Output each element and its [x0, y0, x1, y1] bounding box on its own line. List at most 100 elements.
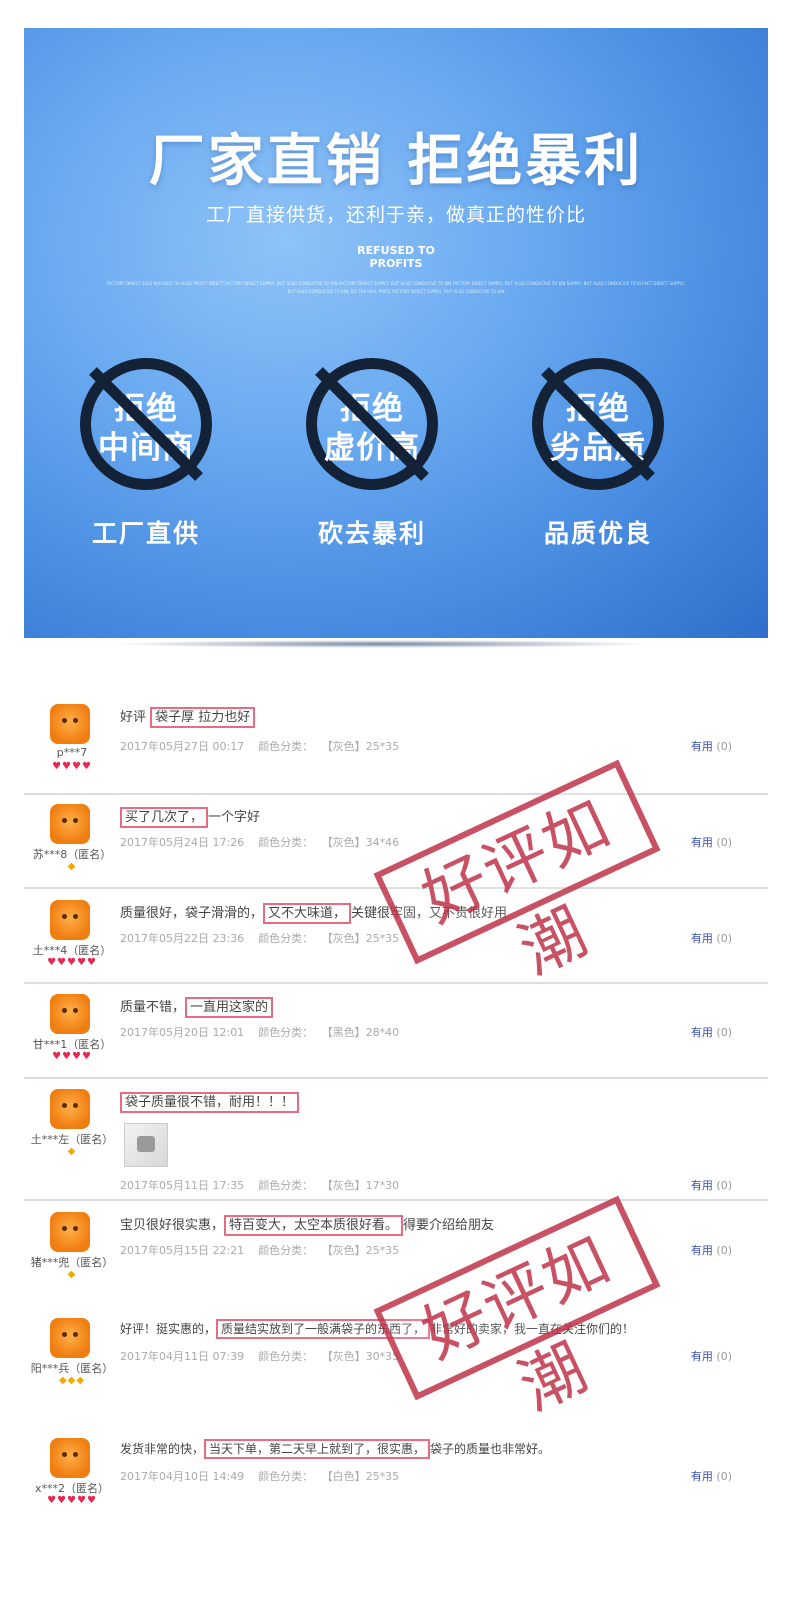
color-prefix: 颜色分类：: [258, 1350, 314, 1363]
highlight-box: 又不大味道，: [263, 903, 352, 924]
review-text: 宝贝很好很实惠， 特百变大，太空本质很好看。 得要介绍给朋友: [120, 1214, 494, 1236]
refused-to-profits-badge: REFUSED TO PROFITS: [24, 244, 768, 270]
review-username: 土***4（匿名）: [32, 944, 112, 957]
review-item: p***7 ♥♥♥♥ 好评 袋子厚 拉力也好 2017年05月27日 00:17…: [24, 700, 768, 792]
review-item: 土***左（匿名） ◆ 袋子质量很不错，耐用！！！ 2017年05月11日 17…: [24, 1085, 768, 1197]
review-date: 2017年04月11日 07:39: [120, 1350, 245, 1363]
highlight-box: 一直用这家的: [185, 997, 274, 1018]
color-value: 【黑色】28*40: [327, 1026, 400, 1039]
review-username: 猪***兜（匿名）: [30, 1256, 114, 1269]
color-prefix: 颜色分类：: [258, 1244, 314, 1257]
review-meta: 2017年05月20日 12:01 颜色分类： 【黑色】28*40: [120, 1024, 413, 1040]
feature-no-middleman: 拒绝 中间商 工厂直供: [56, 358, 236, 548]
color-value: 【灰色】25*35: [327, 932, 400, 945]
highlight-box: 袋子质量很不错，耐用！！！: [120, 1092, 300, 1113]
badge-line-2: PROFITS: [369, 257, 423, 270]
review-meta: 2017年05月11日 17:35 颜色分类： 【灰色】17*30: [120, 1177, 413, 1193]
prohibition-sign-icon: 拒绝 中间商: [80, 358, 212, 490]
prohibition-sign-icon: 拒绝 虚价高: [306, 358, 438, 490]
divider: [24, 1199, 768, 1201]
avatar: [50, 804, 90, 844]
avatar: [50, 704, 90, 744]
banner-subhead: 工厂直接供货，还利于亲，做真正的性价比: [205, 204, 586, 226]
review-username: 阳***兵（匿名）: [30, 1362, 114, 1375]
feature-no-bad-quality: 拒绝 劣品质 品质优良: [508, 358, 688, 548]
useful-button[interactable]: 有用 (0): [691, 1177, 732, 1193]
buyer-rank-icon: ◆: [67, 1146, 77, 1157]
review-meta: 2017年05月27日 00:17 颜色分类： 【灰色】25*35: [120, 738, 413, 754]
highlight-box: 当天下单，第二天早上就到了，很实惠，: [204, 1439, 431, 1459]
color-value: 【白色】25*35: [327, 1470, 400, 1483]
color-prefix: 颜色分类：: [258, 1026, 314, 1039]
avatar: [50, 1212, 90, 1252]
review-meta: 2017年05月15日 22:21 颜色分类： 【灰色】25*35: [120, 1242, 413, 1258]
color-prefix: 颜色分类：: [258, 932, 314, 945]
divider: [24, 793, 768, 795]
color-value: 【灰色】25*35: [327, 740, 400, 753]
review-item: x***2（匿名） ♥♥♥♥♥ 发货非常的快， 当天下单，第二天早上就到了，很实惠…: [24, 1434, 768, 1534]
review-username: 土***左（匿名）: [30, 1133, 114, 1146]
review-text: 袋子质量很不错，耐用！！！: [120, 1091, 300, 1113]
color-prefix: 颜色分类：: [258, 1179, 314, 1192]
review-username: p***7: [56, 746, 88, 759]
color-prefix: 颜色分类：: [258, 1470, 314, 1483]
color-prefix: 颜色分类：: [258, 740, 314, 753]
useful-button[interactable]: 有用 (0): [691, 1242, 732, 1258]
review-item: 猪***兜（匿名） ◆ 宝贝很好很实惠， 特百变大，太空本质很好看。 得要介绍给朋友…: [24, 1208, 768, 1304]
review-date: 2017年05月20日 12:01: [120, 1026, 245, 1039]
review-username: 苏***8（匿名）: [32, 848, 112, 861]
color-value: 【灰色】34*46: [327, 836, 400, 849]
avatar: [50, 900, 90, 940]
highlight-box: 买了几次了，: [120, 807, 209, 828]
banner-shadow: [110, 640, 655, 648]
useful-button[interactable]: 有用 (0): [691, 738, 732, 754]
avatar: [50, 1318, 90, 1358]
review-meta: 2017年05月24日 17:26 颜色分类： 【灰色】34*46: [120, 834, 413, 850]
review-date: 2017年05月22日 23:36: [120, 932, 245, 945]
buyer-rank-icon: ◆: [67, 861, 77, 872]
useful-button[interactable]: 有用 (0): [691, 834, 732, 850]
review-meta: 2017年05月22日 23:36 颜色分类： 【灰色】25*35: [120, 930, 413, 946]
buyer-rank-icon: ♥♥♥♥: [52, 761, 92, 772]
feature-no-inflated-price: 拒绝 虚价高 砍去暴利: [282, 358, 462, 548]
buyer-rank-icon: ◆: [67, 1269, 77, 1280]
feature-label: 砍去暴利: [317, 519, 426, 548]
color-prefix: 颜色分类：: [258, 836, 314, 849]
review-photo-thumbnail[interactable]: [124, 1123, 168, 1167]
color-value: 【灰色】17*30: [327, 1179, 400, 1192]
review-meta: 2017年04月11日 07:39 颜色分类： 【灰色】30*35: [120, 1348, 413, 1364]
review-text: 买了几次了， 一个字好: [120, 806, 260, 828]
divider: [24, 982, 768, 984]
review-username: 甘***1（匿名）: [32, 1038, 112, 1051]
highlight-box: 特百变大，太空本质很好看。: [224, 1215, 404, 1236]
prohibition-sign-icon: 拒绝 劣品质: [532, 358, 664, 490]
useful-button[interactable]: 有用 (0): [691, 930, 732, 946]
review-username: x***2（匿名）: [34, 1482, 109, 1495]
review-item: 甘***1（匿名） ♥♥♥♥ 质量不错， 一直用这家的 2017年05月20日 1…: [24, 990, 768, 1076]
divider: [24, 1077, 768, 1079]
review-text: 好评 袋子厚 拉力也好: [120, 706, 256, 728]
badge-line-1: REFUSED TO: [357, 244, 435, 257]
buyer-rank-icon: ♥♥♥♥: [52, 1051, 92, 1062]
color-value: 【灰色】25*35: [327, 1244, 400, 1257]
feature-label: 工厂直供: [91, 519, 200, 548]
banner-headline: 厂家直销 拒绝暴利: [148, 129, 644, 194]
review-date: 2017年05月15日 22:21: [120, 1244, 245, 1257]
useful-button[interactable]: 有用 (0): [691, 1348, 732, 1364]
banner-fine-print: FACTORY DIRECT SALE REFUSED TO HUGE PROF…: [106, 281, 686, 294]
review-date: 2017年04月10日 14:49: [120, 1470, 245, 1483]
review-text: 质量不错， 一直用这家的: [120, 996, 274, 1018]
review-text: 发货非常的快， 当天下单，第二天早上就到了，很实惠， 袋子的质量也非常好。: [120, 1439, 550, 1459]
feature-label: 品质优良: [543, 519, 652, 548]
review-date: 2017年05月24日 17:26: [120, 836, 245, 849]
review-date: 2017年05月27日 00:17: [120, 740, 245, 753]
buyer-rank-icon: ♥♥♥♥♥: [47, 957, 97, 968]
avatar: [50, 1089, 90, 1129]
avatar: [50, 1438, 90, 1478]
useful-button[interactable]: 有用 (0): [691, 1468, 732, 1484]
review-meta: 2017年04月10日 14:49 颜色分类： 【白色】25*35: [120, 1468, 413, 1484]
color-value: 【灰色】30*35: [327, 1350, 400, 1363]
buyer-rank-icon: ♥♥♥♥♥: [47, 1495, 97, 1506]
useful-button[interactable]: 有用 (0): [691, 1024, 732, 1040]
buyer-rank-icon: ◆◆◆: [58, 1375, 86, 1386]
